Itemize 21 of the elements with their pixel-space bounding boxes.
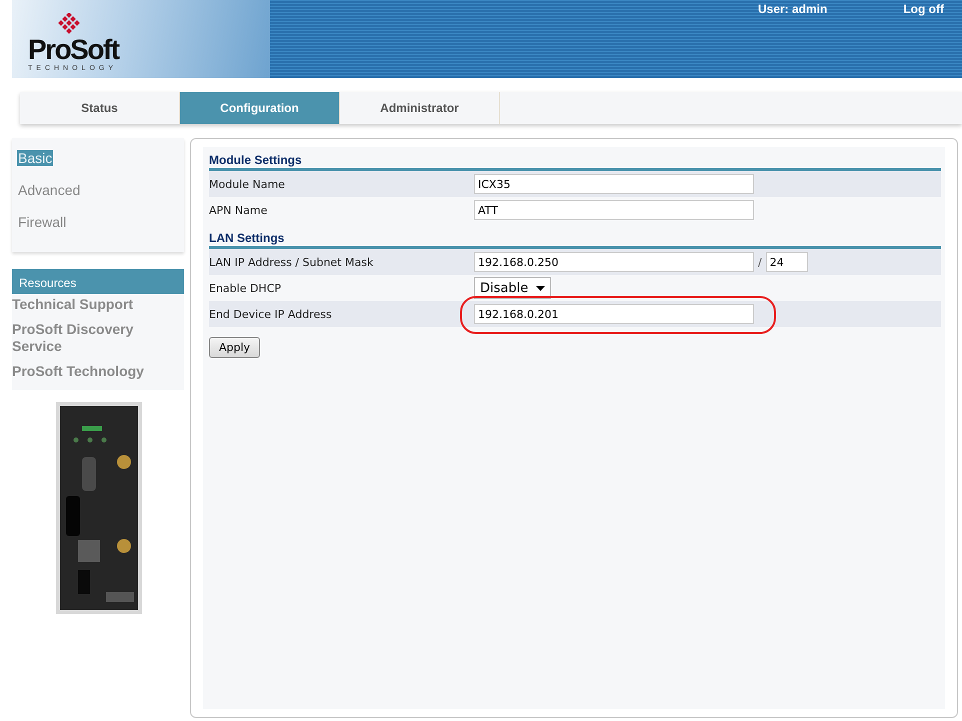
field-label: Enable DHCP <box>209 282 282 294</box>
diamond-grid-icon <box>58 13 80 35</box>
field-label: APN Name <box>209 204 268 216</box>
user-label: User: admin <box>758 2 828 16</box>
field-label: LAN IP Address / Subnet Mask <box>209 256 374 268</box>
input-field[interactable]: ATT <box>474 200 754 220</box>
input-field[interactable]: 192.168.0.201 <box>474 304 754 324</box>
nav-tab[interactable]: Configuration <box>180 92 340 124</box>
nav-tab[interactable]: Administrator <box>340 92 500 124</box>
field-label: End Device IP Address <box>209 308 333 320</box>
logoff-link[interactable]: Log off <box>903 2 944 16</box>
field-label: Module Name <box>209 178 286 190</box>
caret-icon <box>536 286 546 290</box>
separator-text: / <box>758 256 762 268</box>
logo-text: ProSoft <box>28 35 119 65</box>
input-field[interactable]: ICX35 <box>474 174 754 194</box>
resources-header: Resources <box>12 269 184 294</box>
dropdown[interactable]: Disable <box>474 277 552 299</box>
input-field[interactable]: 192.168.0.250 <box>474 252 754 272</box>
apply-button[interactable]: Apply <box>209 337 260 358</box>
input-field[interactable]: 24 <box>766 252 808 272</box>
